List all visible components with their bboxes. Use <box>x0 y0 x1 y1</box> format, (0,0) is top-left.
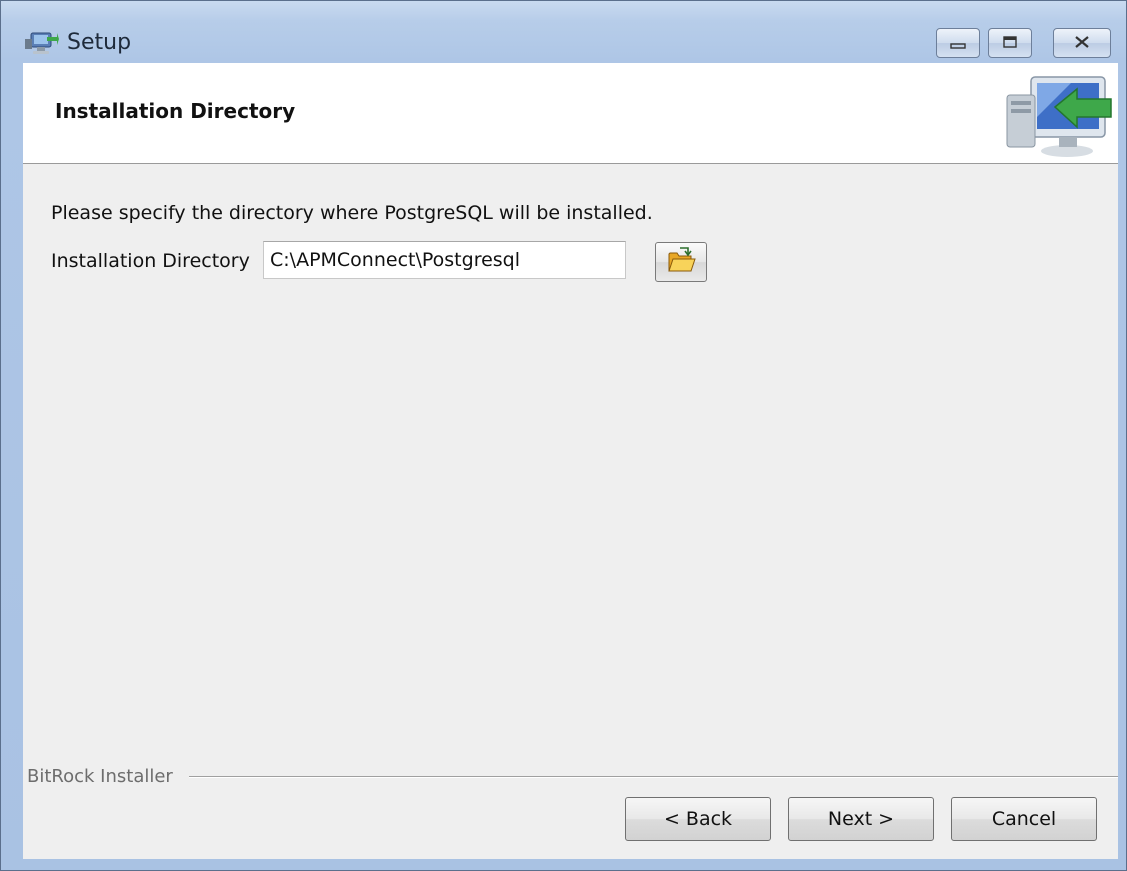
maximize-icon <box>1002 34 1018 53</box>
installer-app-icon <box>25 27 59 57</box>
instruction-text: Please specify the directory where Postg… <box>51 202 653 224</box>
page-header: Installation Directory <box>23 63 1118 164</box>
computer-install-icon <box>1001 71 1113 159</box>
cancel-button[interactable]: Cancel <box>951 797 1097 841</box>
installation-directory-input[interactable] <box>263 241 626 279</box>
open-folder-icon <box>666 246 696 278</box>
content-panel: Please specify the directory where Postg… <box>23 164 1118 859</box>
browse-button[interactable] <box>655 242 707 282</box>
footer-divider <box>189 776 1118 778</box>
next-button[interactable]: Next > <box>788 797 934 841</box>
close-button[interactable] <box>1053 28 1111 58</box>
setup-window: Setup Installation Directory Please spec… <box>0 0 1127 871</box>
close-icon <box>1073 34 1091 53</box>
window-title: Setup <box>67 30 132 55</box>
maximize-button[interactable] <box>988 28 1032 58</box>
installer-brand-label: BitRock Installer <box>27 766 173 787</box>
page-title: Installation Directory <box>55 99 296 123</box>
title-bar[interactable]: Setup <box>1 1 1126 63</box>
installation-directory-label: Installation Directory <box>51 250 250 272</box>
minimize-button[interactable] <box>936 28 980 58</box>
minimize-icon <box>950 34 966 53</box>
back-button[interactable]: < Back <box>625 797 771 841</box>
